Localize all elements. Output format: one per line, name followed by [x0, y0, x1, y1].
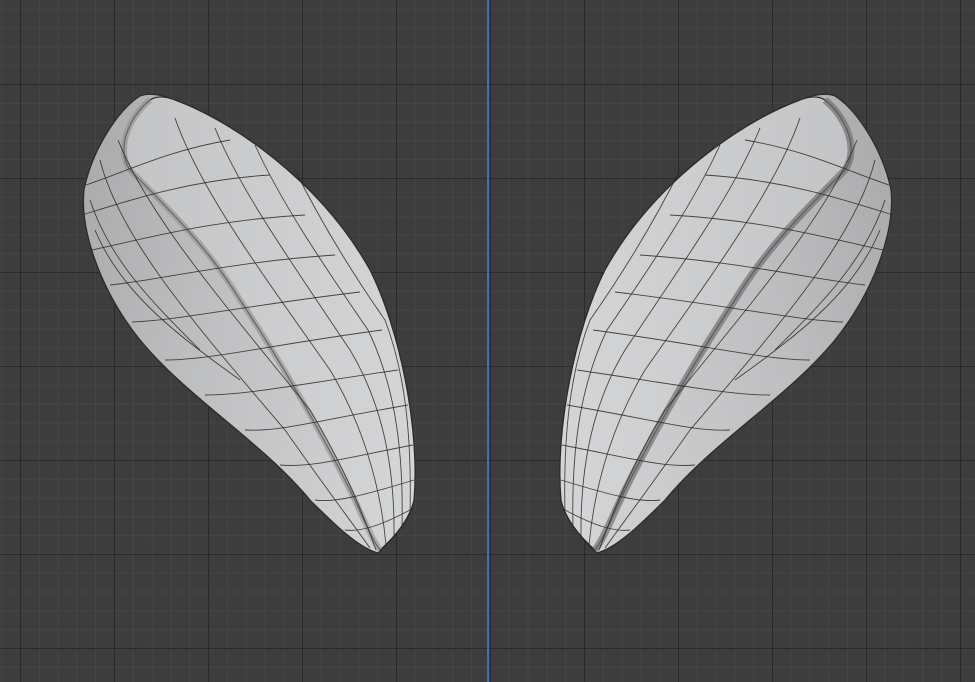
- scene-canvas: [81, 93, 894, 554]
- 3d-viewport[interactable]: [0, 0, 975, 682]
- left-ear-mesh[interactable]: [81, 93, 416, 554]
- right-ear-mesh[interactable]: [559, 93, 894, 554]
